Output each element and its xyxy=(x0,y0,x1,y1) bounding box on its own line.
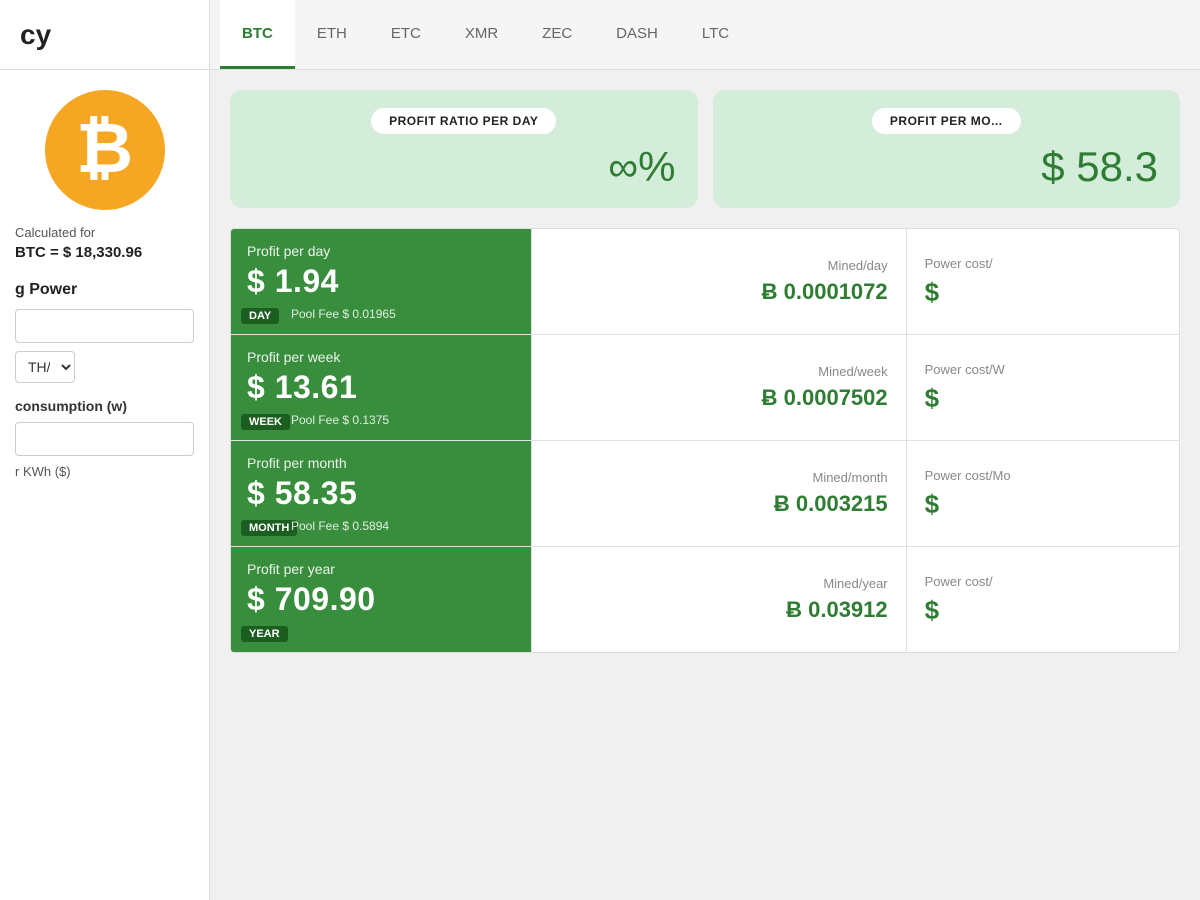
pool-fee-week: Pool Fee $ 0.1375 xyxy=(291,413,389,427)
power-value-week: $ xyxy=(925,383,1161,414)
unit-select[interactable]: TH/s GH/s MH/s xyxy=(15,351,75,383)
power-value-year: $ xyxy=(925,595,1161,626)
tab-ltc[interactable]: LTC xyxy=(680,0,751,69)
mined-cell-year: Mined/year Ƀ 0.03912 xyxy=(531,547,906,652)
month-label: PROFIT PER MO... xyxy=(872,108,1021,134)
power-label-month: Power cost/Mo xyxy=(925,468,1161,483)
ratio-label: PROFIT RATIO PER DAY xyxy=(371,108,556,134)
profit-value-year: $ 709.90 xyxy=(247,581,515,618)
kwh-label: r KWh ($) xyxy=(15,464,194,479)
tab-eth[interactable]: ETH xyxy=(295,0,369,69)
pool-fee-month: Pool Fee $ 0.5894 xyxy=(291,519,389,533)
mined-value-month: Ƀ 0.003215 xyxy=(550,491,888,517)
mined-cell-month: Mined/month Ƀ 0.003215 xyxy=(531,441,906,546)
power-cell-month: Power cost/Mo $ xyxy=(906,441,1179,546)
period-cell-day: Profit per day $ 1.94 Day Pool Fee $ 0.0… xyxy=(231,229,531,334)
power-label-week: Power cost/W xyxy=(925,362,1161,377)
btc-price: BTC = $ 18,330.96 xyxy=(15,244,194,261)
tab-etc[interactable]: ETC xyxy=(369,0,443,69)
table-row-month: Profit per month $ 58.35 Month Pool Fee … xyxy=(231,441,1179,547)
table-row-day: Profit per day $ 1.94 Day Pool Fee $ 0.0… xyxy=(231,229,1179,335)
power-value-day: $ xyxy=(925,277,1161,308)
mined-cell-day: Mined/day Ƀ 0.0001072 xyxy=(531,229,906,334)
tab-xmr[interactable]: XMR xyxy=(443,0,520,69)
profit-value-day: $ 1.94 xyxy=(247,263,515,300)
power-value-month: $ xyxy=(925,489,1161,520)
hashing-power-title: g Power xyxy=(15,281,194,299)
mined-cell-week: Mined/week Ƀ 0.0007502 xyxy=(531,335,906,440)
ratio-value: ∞% xyxy=(252,144,676,190)
table-row-week: Profit per week $ 13.61 Week Pool Fee $ … xyxy=(231,335,1179,441)
profit-value-week: $ 13.61 xyxy=(247,369,515,406)
nav-tabs: BTC ETH ETC XMR ZEC DASH LTC xyxy=(210,0,761,69)
profit-title-month: Profit per month xyxy=(247,455,515,471)
pool-fee-day: Pool Fee $ 0.01965 xyxy=(291,307,396,321)
power-cell-week: Power cost/W $ xyxy=(906,335,1179,440)
consumption-input[interactable] xyxy=(15,422,194,456)
profit-title-day: Profit per day xyxy=(247,243,515,259)
mined-label-year: Mined/year xyxy=(550,576,888,591)
power-cell-day: Power cost/ $ xyxy=(906,229,1179,334)
btc-symbol: ₿ xyxy=(76,113,133,183)
profit-title-year: Profit per year xyxy=(247,561,515,577)
period-tag-day: Day xyxy=(241,308,279,324)
sidebar: ₿ Calculated for BTC = $ 18,330.96 g Pow… xyxy=(0,70,210,900)
period-cell-month: Profit per month $ 58.35 Month Pool Fee … xyxy=(231,441,531,546)
power-label-year: Power cost/ xyxy=(925,574,1161,589)
summary-card-ratio: PROFIT RATIO PER DAY ∞% xyxy=(230,90,698,208)
month-value: $ 58.3 xyxy=(735,144,1159,190)
power-label-day: Power cost/ xyxy=(925,256,1161,271)
main-layout: ₿ Calculated for BTC = $ 18,330.96 g Pow… xyxy=(0,70,1200,900)
period-cell-week: Profit per week $ 13.61 Week Pool Fee $ … xyxy=(231,335,531,440)
power-cell-year: Power cost/ $ xyxy=(906,547,1179,652)
content-area: PROFIT RATIO PER DAY ∞% PROFIT PER MO...… xyxy=(210,70,1200,900)
mined-value-year: Ƀ 0.03912 xyxy=(550,597,888,623)
summary-cards: PROFIT RATIO PER DAY ∞% PROFIT PER MO...… xyxy=(230,90,1180,208)
mined-label-day: Mined/day xyxy=(550,258,888,273)
calc-for-label: Calculated for xyxy=(15,225,194,240)
profit-title-week: Profit per week xyxy=(247,349,515,365)
coin-logo: ₿ xyxy=(45,90,165,210)
tab-dash[interactable]: DASH xyxy=(594,0,680,69)
profit-value-month: $ 58.35 xyxy=(247,475,515,512)
top-nav: cy BTC ETH ETC XMR ZEC DASH LTC xyxy=(0,0,1200,70)
mined-label-week: Mined/week xyxy=(550,364,888,379)
tab-btc[interactable]: BTC xyxy=(220,0,295,69)
period-tag-week: Week xyxy=(241,414,290,430)
period-cell-year: Profit per year $ 709.90 Year xyxy=(231,547,531,652)
tab-zec[interactable]: ZEC xyxy=(520,0,594,69)
mined-value-day: Ƀ 0.0001072 xyxy=(550,279,888,305)
table-row-year: Profit per year $ 709.90 Year Mined/year… xyxy=(231,547,1179,652)
hashing-power-input[interactable] xyxy=(15,309,194,343)
mined-label-month: Mined/month xyxy=(550,470,888,485)
period-tag-year: Year xyxy=(241,626,288,642)
consumption-label: consumption (w) xyxy=(15,398,194,414)
app-title: cy xyxy=(0,0,210,69)
period-tag-month: Month xyxy=(241,520,297,536)
mined-value-week: Ƀ 0.0007502 xyxy=(550,385,888,411)
data-table: Profit per day $ 1.94 Day Pool Fee $ 0.0… xyxy=(230,228,1180,653)
summary-card-month: PROFIT PER MO... $ 58.3 xyxy=(713,90,1181,208)
